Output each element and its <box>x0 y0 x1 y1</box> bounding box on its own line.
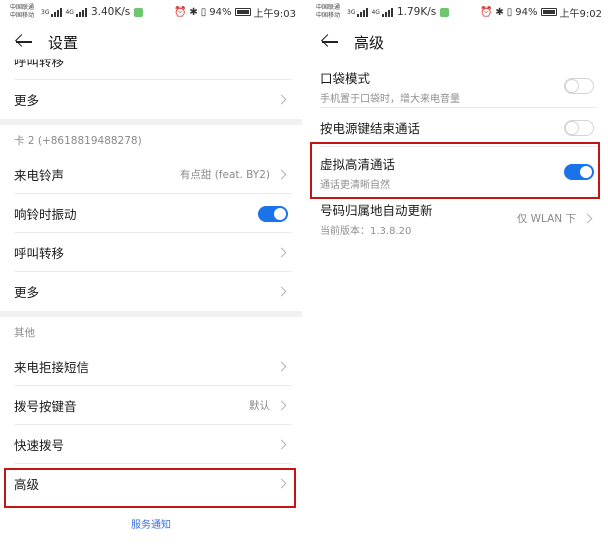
signal-type-2: 4G <box>65 8 74 16</box>
row-text: 口袋模式 手机置于口袋时，增大来电音量 <box>320 68 460 105</box>
row-label: 高级 <box>14 477 40 492</box>
ringtone-row[interactable]: 来电铃声 有点甜 (feat. BY2) <box>0 155 302 194</box>
row-description: 手机置于口袋时，增大来电音量 <box>320 93 460 105</box>
more-row[interactable]: 更多 <box>0 80 302 119</box>
battery-icon <box>540 8 557 16</box>
sim2-section-label: 卡 2 (+8618819488278) <box>14 134 142 147</box>
network-speed: 1.79K/s <box>396 6 437 18</box>
settings-screen: 中国联通 中国移动 3G 4G 3.40K/s ⏰ ✱ ▯ 94% 上午9:03… <box>0 0 302 553</box>
signal-type-2: 4G <box>371 8 380 16</box>
battery-icon <box>234 8 251 16</box>
row-label: 更多 <box>14 93 40 108</box>
row-label: 响铃时振动 <box>14 207 77 222</box>
carrier-1: 中国联通 <box>10 4 35 11</box>
row-label: 拨号按键音 <box>14 399 77 414</box>
chevron-right-icon <box>276 169 287 180</box>
service-notification-link[interactable]: 服务通知 <box>0 516 302 531</box>
vibrate-icon: ▯ <box>200 6 207 18</box>
row-label: 按电源键结束通话 <box>320 121 421 136</box>
signal-icon <box>357 7 369 17</box>
speed-dial-row[interactable]: 快速拨号 <box>0 425 302 464</box>
app-notification-icon <box>440 7 450 17</box>
clock: 上午9:02 <box>559 8 602 20</box>
status-bar: 中国联通 中国移动 3G 4G 3.40K/s ⏰ ✱ ▯ 94% 上午9:03 <box>0 0 302 24</box>
power-key-end-call-toggle[interactable] <box>564 119 594 136</box>
row-text: 号码归属地自动更新 当前版本：1.3.8.20 <box>320 200 433 237</box>
clock: 上午9:03 <box>253 8 296 20</box>
advanced-screen: 中国联通 中国移动 3G 4G 1.79K/s ⏰ ✱ ▯ 94% 上午9:02… <box>306 0 608 553</box>
chevron-right-icon <box>582 213 593 223</box>
row-label: 呼叫转移 <box>14 246 65 261</box>
signal-type-1: 3G <box>347 8 356 16</box>
alarm-icon: ⏰ <box>173 6 187 18</box>
reject-sms-row[interactable]: 来电拒接短信 <box>0 347 302 386</box>
row-description: 当前版本：1.3.8.20 <box>320 225 412 237</box>
vibrate-on-ring-row: 响铃时振动 <box>0 194 302 233</box>
bluetooth-icon: ✱ <box>189 6 198 18</box>
ringtone-value: 有点甜 (feat. BY2) <box>179 169 270 181</box>
toggle-knob <box>580 166 592 178</box>
row-label: 号码归属地自动更新 <box>320 202 433 218</box>
dialpad-tone-value: 默认 <box>249 400 270 412</box>
row-label: 虚拟高清通话 <box>320 156 396 172</box>
app-header: 高级 <box>306 24 608 60</box>
row-label: 更多 <box>14 285 40 300</box>
signal-icon-2 <box>75 7 87 17</box>
signal-type-1: 3G <box>41 8 50 16</box>
carrier-2: 中国移动 <box>10 12 35 19</box>
carrier-2: 中国移动 <box>316 12 341 19</box>
carrier-1: 中国联通 <box>316 4 341 11</box>
chevron-right-icon <box>276 439 287 450</box>
chevron-right-icon <box>276 247 287 258</box>
call-forwarding-row[interactable]: 呼叫转移 <box>0 233 302 272</box>
call-forwarding-row-partial[interactable]: 呼叫转移 <box>0 42 302 80</box>
app-notification-icon <box>134 7 144 17</box>
pocket-mode-toggle[interactable] <box>564 78 594 94</box>
row-label: 口袋模式 <box>320 70 371 86</box>
chevron-right-icon <box>276 286 287 297</box>
chevron-right-icon <box>276 361 287 372</box>
network-speed: 3.40K/s <box>90 6 131 18</box>
bluetooth-icon: ✱ <box>495 6 504 18</box>
advanced-row[interactable]: 高级 <box>0 464 302 503</box>
vibrate-toggle[interactable] <box>258 205 288 222</box>
chevron-right-icon <box>276 478 287 489</box>
carrier-names: 中国联通 中国移动 <box>10 4 38 20</box>
signal-icon <box>51 7 63 17</box>
row-label: 呼叫转移 <box>14 54 65 69</box>
toggle-knob <box>566 121 578 134</box>
battery-percent: 94% <box>209 6 232 18</box>
status-bar: 中国联通 中国移动 3G 4G 1.79K/s ⏰ ✱ ▯ 94% 上午9:02 <box>306 0 608 24</box>
vibrate-icon: ▯ <box>506 6 513 18</box>
row-label: 快速拨号 <box>14 438 65 453</box>
other-section-label: 其他 <box>14 326 35 339</box>
dialpad-tone-row[interactable]: 拨号按键音 默认 <box>0 386 302 425</box>
pocket-mode-row: 口袋模式 手机置于口袋时，增大来电音量 <box>306 64 608 108</box>
battery-percent: 94% <box>515 6 538 18</box>
row-text: 虚拟高清通话 通话更清晰自然 <box>320 154 395 191</box>
page-title: 高级 <box>354 33 385 52</box>
row-label: 来电拒接短信 <box>14 360 90 375</box>
back-arrow-icon[interactable] <box>320 33 338 51</box>
carrier-names: 中国联通 中国移动 <box>316 4 344 20</box>
toggle-knob <box>566 80 578 92</box>
signal-icon-2 <box>381 7 393 17</box>
location-update-value: 仅 WLAN 下 <box>516 212 576 225</box>
row-label: 来电铃声 <box>14 168 65 183</box>
row-description: 通话更清晰自然 <box>320 179 390 191</box>
location-update-row[interactable]: 号码归属地自动更新 当前版本：1.3.8.20 仅 WLAN 下 <box>306 197 608 239</box>
toggle-knob <box>274 207 286 220</box>
hd-call-toggle[interactable] <box>564 164 594 180</box>
chevron-right-icon <box>276 400 287 411</box>
chevron-right-icon <box>276 94 287 105</box>
hd-call-row: 虚拟高清通话 通话更清晰自然 <box>306 147 608 197</box>
advanced-list: 口袋模式 手机置于口袋时，增大来电音量 按电源键结束通话 虚拟高清通话 通话更清… <box>306 64 608 239</box>
more-row-sim2[interactable]: 更多 <box>0 272 302 311</box>
power-key-end-call-row: 按电源键结束通话 <box>306 108 608 147</box>
settings-list: 呼叫转移 更多 卡 2 (+8618819488278) 来电铃声 有点甜 (f… <box>0 42 302 503</box>
alarm-icon: ⏰ <box>479 6 493 18</box>
